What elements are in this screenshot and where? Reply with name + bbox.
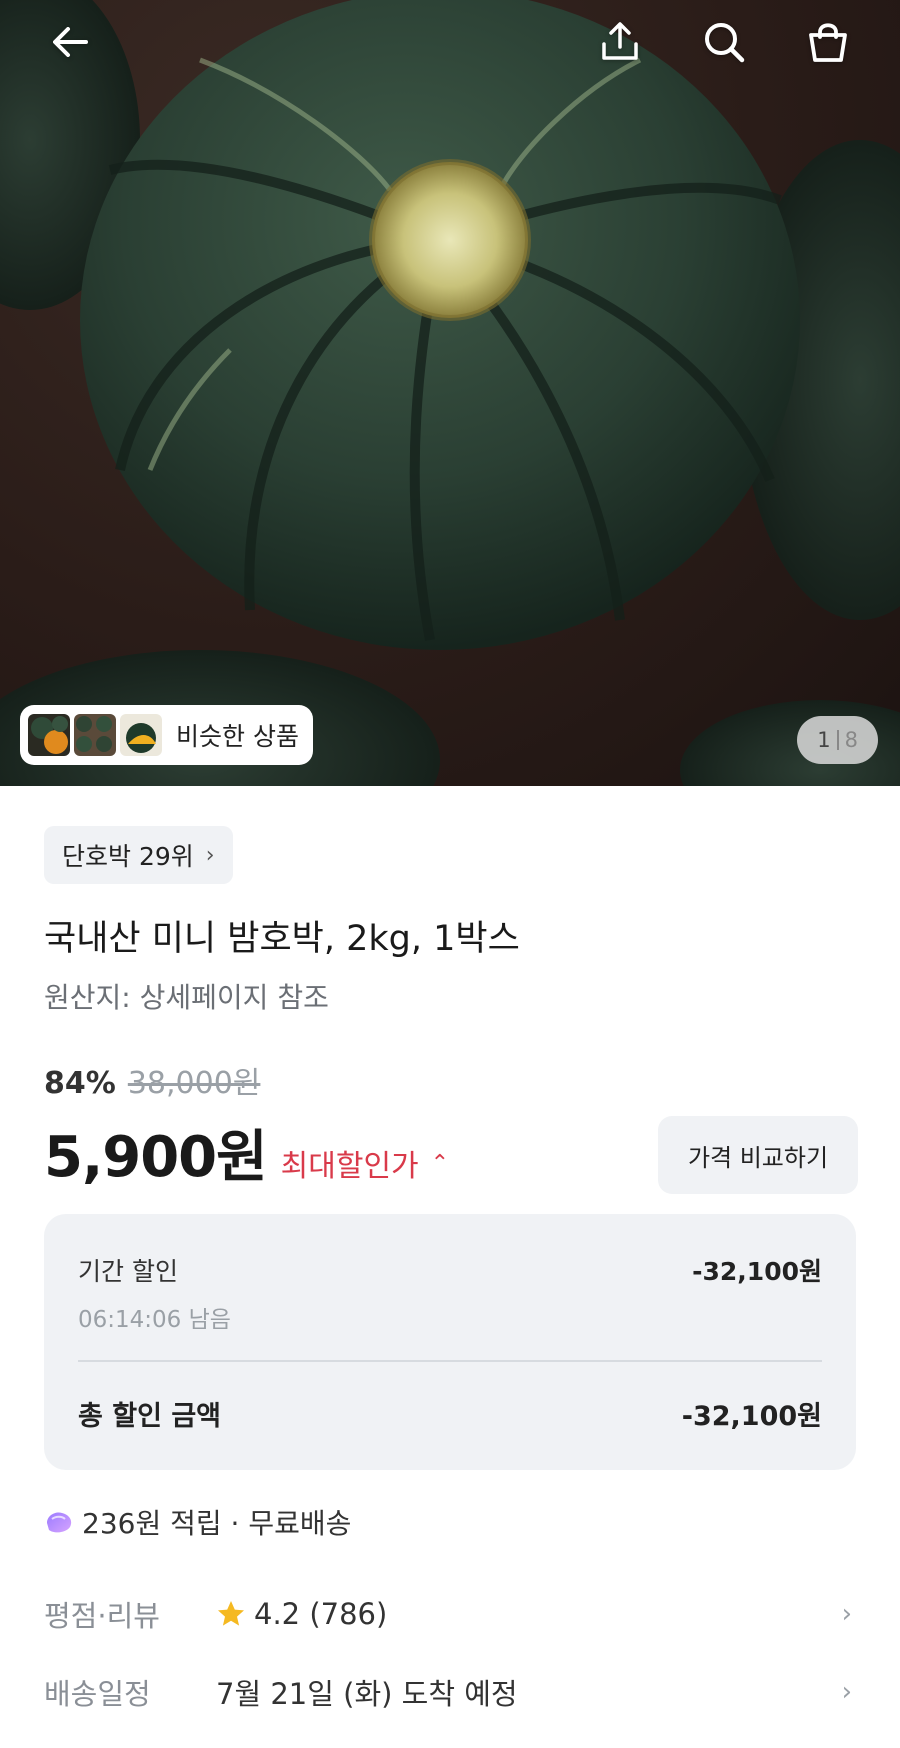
delivery-value: 7월 21일 (화) 도착 예정 <box>216 1677 518 1711</box>
search-icon <box>705 23 745 63</box>
divider <box>78 1360 822 1362</box>
similar-thumbnail <box>120 714 162 756</box>
total-discount-amount: -32,100원 <box>681 1401 822 1432</box>
benefit-text: 236원 적립 · 무료배송 <box>82 1507 352 1540</box>
product-origin: 원산지: 상세페이지 참조 <box>44 981 329 1014</box>
discount-rate: 84% <box>44 1066 116 1101</box>
similar-products-button[interactable]: 비슷한 상품 <box>20 705 313 765</box>
chevron-right-icon: › <box>205 842 215 868</box>
benefit-row: 236원 적립 · 무료배송 <box>44 1502 351 1542</box>
shopping-bag-icon <box>809 23 847 62</box>
rating-value: 4.2 (786) <box>254 1597 388 1631</box>
share-button[interactable] <box>592 14 648 70</box>
search-button[interactable] <box>696 14 752 70</box>
arrow-left-icon <box>53 27 88 57</box>
discount-breakdown-panel: 기간 할인 -32,100원 06:14:06 남음 총 할인 금액 -32,1… <box>44 1214 856 1470</box>
discount-timer: 06:14:06 남음 <box>78 1307 231 1333</box>
current-page: 1 <box>817 728 831 752</box>
chevron-up-icon: ⌃ <box>430 1150 450 1176</box>
chevron-right-icon: › <box>841 1677 852 1707</box>
period-discount-label: 기간 할인 <box>78 1257 178 1286</box>
image-page-indicator: 1 8 <box>797 716 878 764</box>
similar-thumbnail <box>74 714 116 756</box>
delivery-schedule-row[interactable]: 배송일정 7월 21일 (화) 도착 예정 › <box>44 1662 856 1722</box>
total-discount-label: 총 할인 금액 <box>78 1401 221 1432</box>
star-icon <box>218 1601 244 1626</box>
sale-price: 5,900원 <box>44 1125 268 1190</box>
price-row: 5,900원 최대할인가 ⌃ <box>44 1112 449 1193</box>
rank-label: 단호박 29위 <box>62 842 194 871</box>
max-discount-toggle[interactable]: 최대할인가 ⌃ <box>281 1141 449 1185</box>
rating-label: 평점·리뷰 <box>44 1599 160 1633</box>
share-icon <box>602 22 638 60</box>
discount-row: 84% 38,000원 <box>44 1058 260 1102</box>
max-discount-label: 최대할인가 <box>280 1149 419 1184</box>
page-separator <box>836 730 839 750</box>
back-button[interactable] <box>42 14 98 70</box>
similar-products-label: 비슷한 상품 <box>176 722 299 751</box>
rating-value-group: 4.2 (786) <box>216 1597 387 1631</box>
cart-button[interactable] <box>800 14 856 70</box>
product-title: 국내산 미니 밤호박, 2kg, 1박스 <box>44 919 520 959</box>
similar-thumbnail <box>28 714 70 756</box>
original-price: 38,000원 <box>127 1066 261 1101</box>
total-pages: 8 <box>844 728 858 752</box>
rating-review-row[interactable]: 평점·리뷰 4.2 (786) › <box>44 1584 856 1644</box>
product-image-gallery[interactable]: 비슷한 상품 1 8 <box>0 0 900 786</box>
period-discount-amount: -32,100원 <box>692 1257 822 1286</box>
chevron-right-icon: › <box>841 1599 852 1629</box>
category-rank-chip[interactable]: 단호박 29위 › <box>44 826 233 884</box>
reward-gem-icon <box>47 1512 72 1533</box>
product-photo <box>0 0 900 786</box>
delivery-label: 배송일정 <box>44 1677 151 1711</box>
price-compare-button[interactable]: 가격 비교하기 <box>658 1116 858 1194</box>
